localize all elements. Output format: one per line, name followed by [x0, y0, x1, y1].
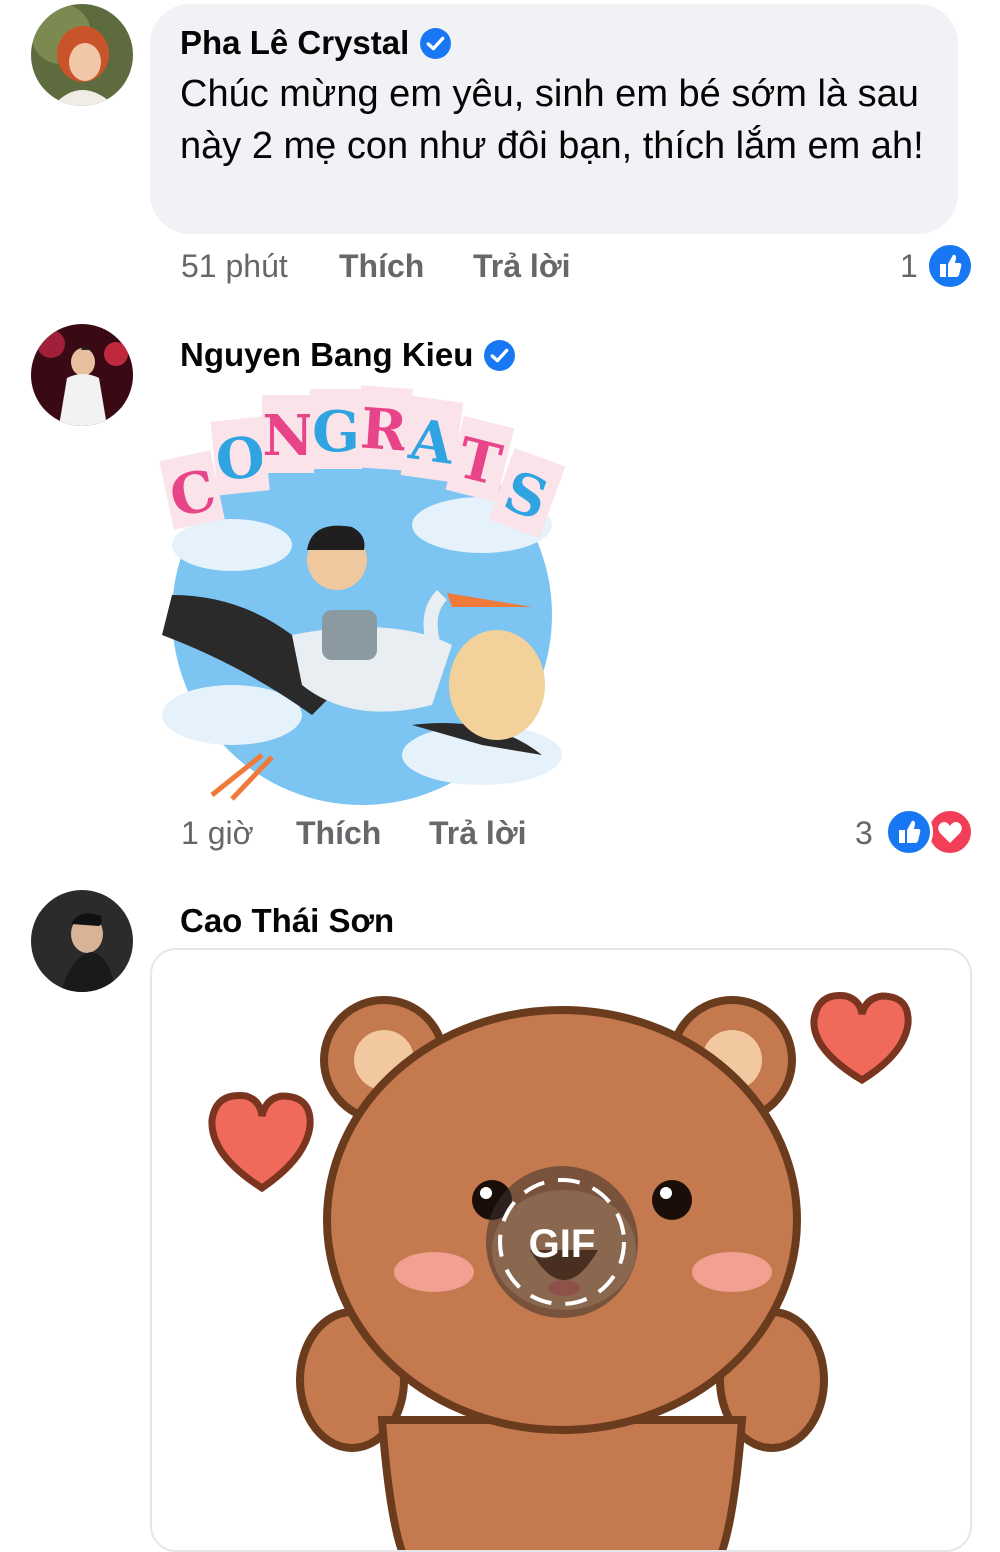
svg-text:O: O	[213, 424, 268, 495]
comment-timestamp[interactable]: 1 giờ	[181, 815, 254, 851]
reaction-count: 3	[855, 815, 873, 851]
svg-text:N: N	[262, 403, 313, 469]
like-icon	[885, 808, 933, 856]
avatar[interactable]	[31, 324, 133, 426]
avatar[interactable]	[31, 4, 133, 106]
reply-button[interactable]: Trả lời	[473, 248, 570, 285]
congrats-sticker[interactable]: C O N G R A T S	[152, 385, 568, 805]
reply-button[interactable]: Trả lời	[429, 815, 526, 852]
reaction-count: 1	[900, 248, 918, 284]
svg-text:R: R	[358, 395, 409, 464]
verified-badge-icon	[420, 27, 452, 59]
love-icon	[926, 808, 974, 856]
gif-badge: GIF	[529, 1222, 596, 1266]
comment-author[interactable]: Cao Thái Sơn	[180, 902, 394, 940]
comment-text: Chúc mừng em yêu, sinh em bé sớm là sau …	[180, 73, 924, 167]
avatar[interactable]	[31, 890, 133, 992]
verified-badge-icon	[484, 339, 516, 371]
like-button[interactable]: Thích	[339, 248, 424, 285]
svg-text:G: G	[312, 399, 360, 465]
like-button[interactable]: Thích	[296, 815, 381, 852]
comment-author[interactable]: Nguyen Bang Kieu	[180, 336, 516, 374]
comment-timestamp[interactable]: 51 phút	[181, 248, 288, 284]
gif-attachment[interactable]: GIF	[150, 948, 972, 1552]
comment-author[interactable]: Pha Lê Crystal	[180, 24, 452, 62]
like-icon	[926, 242, 974, 290]
